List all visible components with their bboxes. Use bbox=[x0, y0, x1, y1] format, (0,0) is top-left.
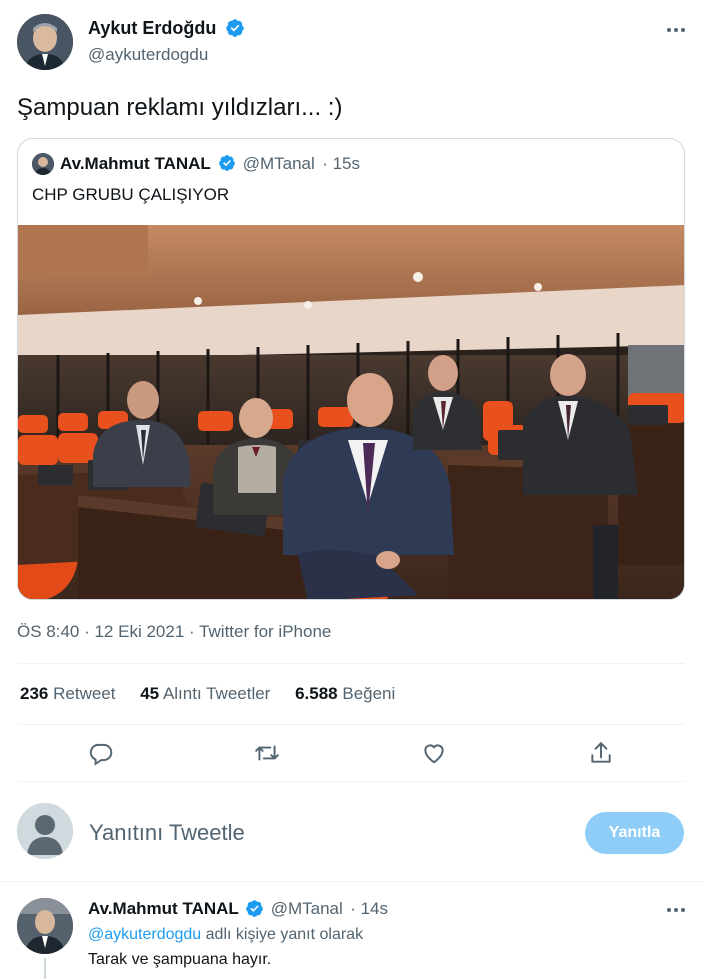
likes-count: 6.588 bbox=[295, 684, 338, 703]
current-user-avatar[interactable] bbox=[17, 803, 73, 859]
author-avatar[interactable] bbox=[17, 14, 73, 70]
reply-more-options-icon[interactable] bbox=[664, 900, 688, 920]
reply-author-avatar[interactable] bbox=[17, 898, 73, 954]
reply-context-text: adlı kişiye yanıt olarak bbox=[205, 926, 364, 943]
author-name[interactable]: Aykut Erdoğdu bbox=[88, 18, 216, 38]
quoted-author-name: Av.Mahmut TANAL bbox=[60, 154, 211, 173]
retweets-label: Retweet bbox=[53, 684, 116, 703]
reply-author-name[interactable]: Av.Mahmut TANAL bbox=[88, 899, 239, 918]
photo-illustration bbox=[18, 225, 684, 599]
author-photo bbox=[17, 14, 73, 70]
divider bbox=[18, 724, 685, 725]
reply-thread-line bbox=[44, 958, 46, 979]
author-name-row: Aykut Erdoğdu bbox=[88, 18, 245, 39]
reply-button[interactable]: Yanıtla bbox=[585, 812, 684, 854]
verified-badge-icon bbox=[219, 155, 236, 172]
likes-stat[interactable]: 6.588 Beğeni bbox=[295, 684, 395, 703]
reply-context: @aykuterdogdu adlı kişiye yanıt olarak bbox=[88, 926, 363, 944]
retweets-count: 236 bbox=[20, 684, 49, 703]
author-handle[interactable]: @aykuterdogdu bbox=[88, 45, 208, 65]
quoted-text: CHP GRUBU ÇALIŞIYOR bbox=[32, 185, 230, 204]
quotes-count: 45 bbox=[140, 684, 160, 703]
reply-author-photo bbox=[17, 898, 73, 954]
tweet-timestamp[interactable]: ÖS 8:40 · 12 Eki 2021 · Twitter for iPho… bbox=[17, 622, 331, 642]
likes-label: Beğeni bbox=[342, 684, 396, 703]
quoted-author-handle: @MTanal bbox=[242, 154, 315, 173]
reply-text: Tarak ve şampuana hayır. bbox=[88, 951, 272, 968]
quoted-media-photo[interactable] bbox=[18, 225, 684, 599]
retweet-icon[interactable] bbox=[254, 740, 280, 766]
reply-author-handle[interactable]: @MTanal bbox=[271, 899, 343, 918]
more-options-icon[interactable] bbox=[664, 20, 688, 40]
reply-time[interactable]: · 14s bbox=[350, 899, 388, 918]
reply-header: Av.Mahmut TANAL @MTanal · 14s bbox=[88, 899, 388, 919]
quotes-stat[interactable]: 45 Alıntı Tweetler bbox=[140, 684, 275, 703]
divider bbox=[0, 881, 703, 882]
divider bbox=[18, 781, 685, 782]
default-user-icon bbox=[17, 803, 73, 859]
quoted-tweet-card[interactable]: Av.Mahmut TANAL @MTanal · 15s CHP GRUBU … bbox=[17, 138, 685, 600]
reply-mention-link[interactable]: @aykuterdogdu bbox=[88, 926, 201, 943]
tweet-text: Şampuan reklamı yıldızları... :) bbox=[17, 94, 343, 121]
reply-icon[interactable] bbox=[88, 740, 114, 766]
stats-row: 236 Retweet 45 Alıntı Tweetler 6.588 Beğ… bbox=[20, 684, 395, 704]
quoted-header: Av.Mahmut TANAL @MTanal · 15s bbox=[60, 154, 360, 174]
share-icon[interactable] bbox=[588, 740, 614, 766]
retweets-stat[interactable]: 236 Retweet bbox=[20, 684, 120, 703]
verified-badge-icon bbox=[246, 899, 264, 917]
quoted-time: · 15s bbox=[322, 154, 361, 173]
reply-input[interactable]: Yanıtını Tweetle bbox=[89, 820, 245, 846]
verified-badge-icon bbox=[226, 19, 244, 38]
like-icon[interactable] bbox=[421, 740, 447, 766]
quotes-label: Alıntı Tweetler bbox=[162, 684, 271, 703]
divider bbox=[18, 663, 685, 664]
quoted-author-avatar bbox=[32, 153, 54, 175]
